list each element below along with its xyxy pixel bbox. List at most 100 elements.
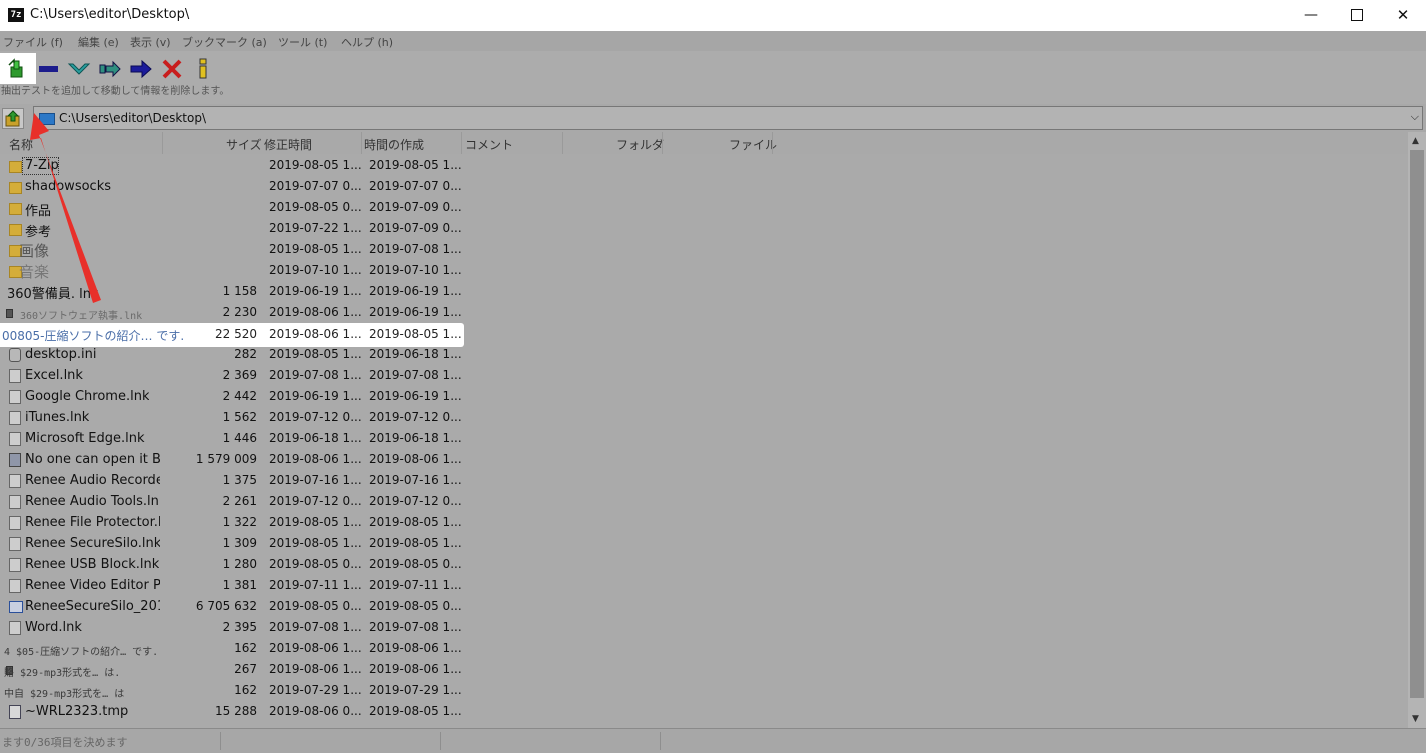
- table-row[interactable]: 中自 $29-mp3形式を… は 162 2019-07-29 1... 2019-0…: [0, 681, 1408, 702]
- menu-view[interactable]: 表示 (v): [130, 34, 171, 50]
- maximize-button[interactable]: [1334, 0, 1380, 31]
- table-row[interactable]: Excel.lnk 2 369 2019-07-08 1... 2019-07-08 …: [0, 366, 1408, 387]
- table-row[interactable]: 作品 2019-08-05 0... 2019-07-09 0...: [0, 198, 1408, 219]
- copy-button[interactable]: [96, 56, 124, 82]
- test-button[interactable]: [65, 56, 93, 82]
- file-modified: 2019-08-05 1...: [269, 158, 362, 172]
- scroll-down-icon[interactable]: ▼: [1412, 714, 1419, 724]
- table-row[interactable]: shadowsocks 2019-07-07 0... 2019-07-07 0..…: [0, 177, 1408, 198]
- folder-icon: [9, 161, 22, 173]
- delete-button[interactable]: [158, 56, 186, 82]
- column-comment[interactable]: コメント: [465, 136, 513, 153]
- status-divider: [660, 732, 661, 750]
- status-divider: [440, 732, 441, 750]
- file-size: 1 280: [222, 557, 257, 571]
- file-icon: [9, 495, 21, 509]
- file-created: 2019-07-10 1...: [369, 263, 462, 277]
- table-row[interactable]: ~WRL2323.tmp 15 288 2019-08-06 0... 2019-08…: [0, 702, 1408, 723]
- table-row[interactable]: Renee Audio Tools.lnk 2 261 2019-07-12 0..…: [0, 492, 1408, 513]
- file-created: 2019-08-05 1...: [369, 515, 462, 529]
- move-arrow-icon: [130, 59, 152, 79]
- chevron-down-icon[interactable]: ⌵: [1411, 110, 1419, 124]
- table-row[interactable]: 賂 $29-mp3形式を… は. 267 2019-08-06 1... 2019-0…: [0, 660, 1408, 681]
- table-row[interactable]: Renee File Protector.l... 1 322 2019-08-05…: [0, 513, 1408, 534]
- table-row[interactable]: 参考 2019-07-22 1... 2019-07-09 0...: [0, 219, 1408, 240]
- table-row[interactable]: 画像 2019-08-05 1... 2019-07-08 1...: [0, 240, 1408, 261]
- file-size: 1 381: [222, 578, 257, 592]
- scroll-up-icon[interactable]: ▲: [1412, 136, 1419, 146]
- column-size[interactable]: サイズ: [226, 136, 262, 153]
- file-created: 2019-06-18 1...: [369, 431, 462, 445]
- file-created: 2019-07-12 0...: [369, 410, 462, 424]
- column-files[interactable]: ファイル: [729, 136, 777, 153]
- vertical-scrollbar[interactable]: ▲ ▼: [1408, 132, 1426, 728]
- file-size: 1 322: [222, 515, 257, 529]
- scroll-thumb[interactable]: [1410, 150, 1424, 698]
- extract-button[interactable]: [34, 56, 62, 82]
- table-row[interactable]: 7-Zip 2019-08-05 1... 2019-08-05 1...: [0, 156, 1408, 177]
- table-row[interactable]: Renee Audio Recorde... 1 375 2019-07-16 1.…: [0, 471, 1408, 492]
- table-row[interactable]: 音楽 2019-07-10 1... 2019-07-10 1...: [0, 261, 1408, 282]
- file-size: 2 230: [222, 305, 257, 319]
- file-created: 2019-07-07 0...: [369, 179, 462, 193]
- file-modified: 2019-08-05 0...: [269, 599, 362, 613]
- exe-icon: [9, 601, 23, 613]
- close-button[interactable]: ✕: [1380, 0, 1426, 31]
- title-bar: 7z C:\Users\editor\Desktop\ — ✕: [0, 0, 1426, 31]
- column-header: 名称 サイズ 修正時間 時間の作成 コメント フォルダ ファイル: [0, 132, 1408, 154]
- status-text: ます0/36項目を決めます: [2, 736, 128, 749]
- table-row[interactable]: 360ソフトウェア執事.lnk 2 230 2019-08-06 1... 2019-…: [0, 303, 1408, 324]
- table-row[interactable]: No one can open it B... 1 579 009 2019-08-…: [0, 450, 1408, 471]
- add-button[interactable]: [3, 56, 31, 82]
- column-created[interactable]: 時間の作成: [364, 136, 424, 153]
- info-button[interactable]: [189, 56, 217, 82]
- file-size: 22 520: [215, 327, 257, 341]
- table-row[interactable]: Renee Video Editor P... 1 381 2019-07-11 1…: [0, 576, 1408, 597]
- file-modified: 2019-08-05 1...: [269, 515, 362, 529]
- file-icon: [9, 369, 21, 383]
- menu-file[interactable]: ファイル (f): [3, 34, 63, 50]
- file-created: 2019-07-08 1...: [369, 242, 462, 256]
- file-name: 360ソフトウェア執事.lnk: [20, 311, 143, 322]
- column-name[interactable]: 名称: [9, 136, 33, 153]
- up-folder-button[interactable]: [2, 108, 24, 129]
- file-name: Renee SecureSilo.lnk: [25, 536, 160, 551]
- file-name: Renee Video Editor P...: [25, 578, 160, 593]
- file-modified: 2019-07-16 1...: [269, 473, 362, 487]
- table-row[interactable]: desktop.ini 282 2019-08-05 1... 2019-06-18 …: [0, 345, 1408, 366]
- info-icon: [199, 58, 207, 79]
- minimize-button[interactable]: —: [1288, 0, 1334, 31]
- table-row[interactable]: 00805-圧縮ソフトの紹介… です. 22 520 2019-08-06 1...…: [0, 323, 1408, 347]
- file-name: Google Chrome.lnk: [25, 389, 150, 404]
- file-modified: 2019-07-10 1...: [269, 263, 362, 277]
- table-row[interactable]: Google Chrome.lnk 2 442 2019-06-19 1... 201…: [0, 387, 1408, 408]
- file-created: 2019-08-06 1...: [369, 641, 462, 655]
- table-row[interactable]: iTunes.lnk 1 562 2019-07-12 0... 2019-07-12…: [0, 408, 1408, 429]
- table-row[interactable]: Renee USB Block.lnk 1 280 2019-08-05 0... 2…: [0, 555, 1408, 576]
- file-name: No one can open it B...: [25, 452, 160, 467]
- table-row[interactable]: 360警備員. lnk 1 158 2019-06-19 1... 2019-06-1…: [0, 282, 1408, 303]
- menu-bookmarks[interactable]: ブックマーク (a): [182, 34, 267, 50]
- menu-help[interactable]: ヘルプ (h): [341, 34, 393, 50]
- table-row[interactable]: ReneeSecureSilo_201... 6 705 632 2019-08-0…: [0, 597, 1408, 618]
- folder-up-icon: [5, 110, 20, 127]
- column-folders[interactable]: フォルダ: [616, 136, 664, 153]
- file-created: 2019-08-05 1...: [369, 158, 462, 172]
- file-icon: [9, 621, 21, 635]
- column-divider: [461, 132, 462, 154]
- file-icon: [9, 537, 21, 551]
- file-name: Renee Audio Tools.lnk: [25, 494, 160, 509]
- 7zip-app-icon: 7z: [8, 8, 24, 22]
- file-rows: 7-Zip 2019-08-05 1... 2019-08-05 1... shado…: [0, 156, 1408, 723]
- check-arrow-icon: [67, 63, 91, 75]
- table-row[interactable]: 4 $05-圧縮ソフトの紹介… です. 162 2019-08-06 1... 201…: [0, 639, 1408, 660]
- menu-edit[interactable]: 編集 (e): [78, 34, 119, 50]
- table-row[interactable]: Renee SecureSilo.lnk 1 309 2019-08-05 1...…: [0, 534, 1408, 555]
- path-combobox[interactable]: C:\Users\editor\Desktop\ ⌵: [33, 106, 1423, 130]
- file-name: Microsoft Edge.lnk: [25, 431, 145, 446]
- move-button[interactable]: [127, 56, 155, 82]
- column-modified[interactable]: 修正時間: [264, 136, 312, 153]
- table-row[interactable]: Microsoft Edge.lnk 1 446 2019-06-18 1... 20…: [0, 429, 1408, 450]
- menu-tools[interactable]: ツール (t): [278, 34, 327, 50]
- table-row[interactable]: Word.lnk 2 395 2019-07-08 1... 2019-07-08 1…: [0, 618, 1408, 639]
